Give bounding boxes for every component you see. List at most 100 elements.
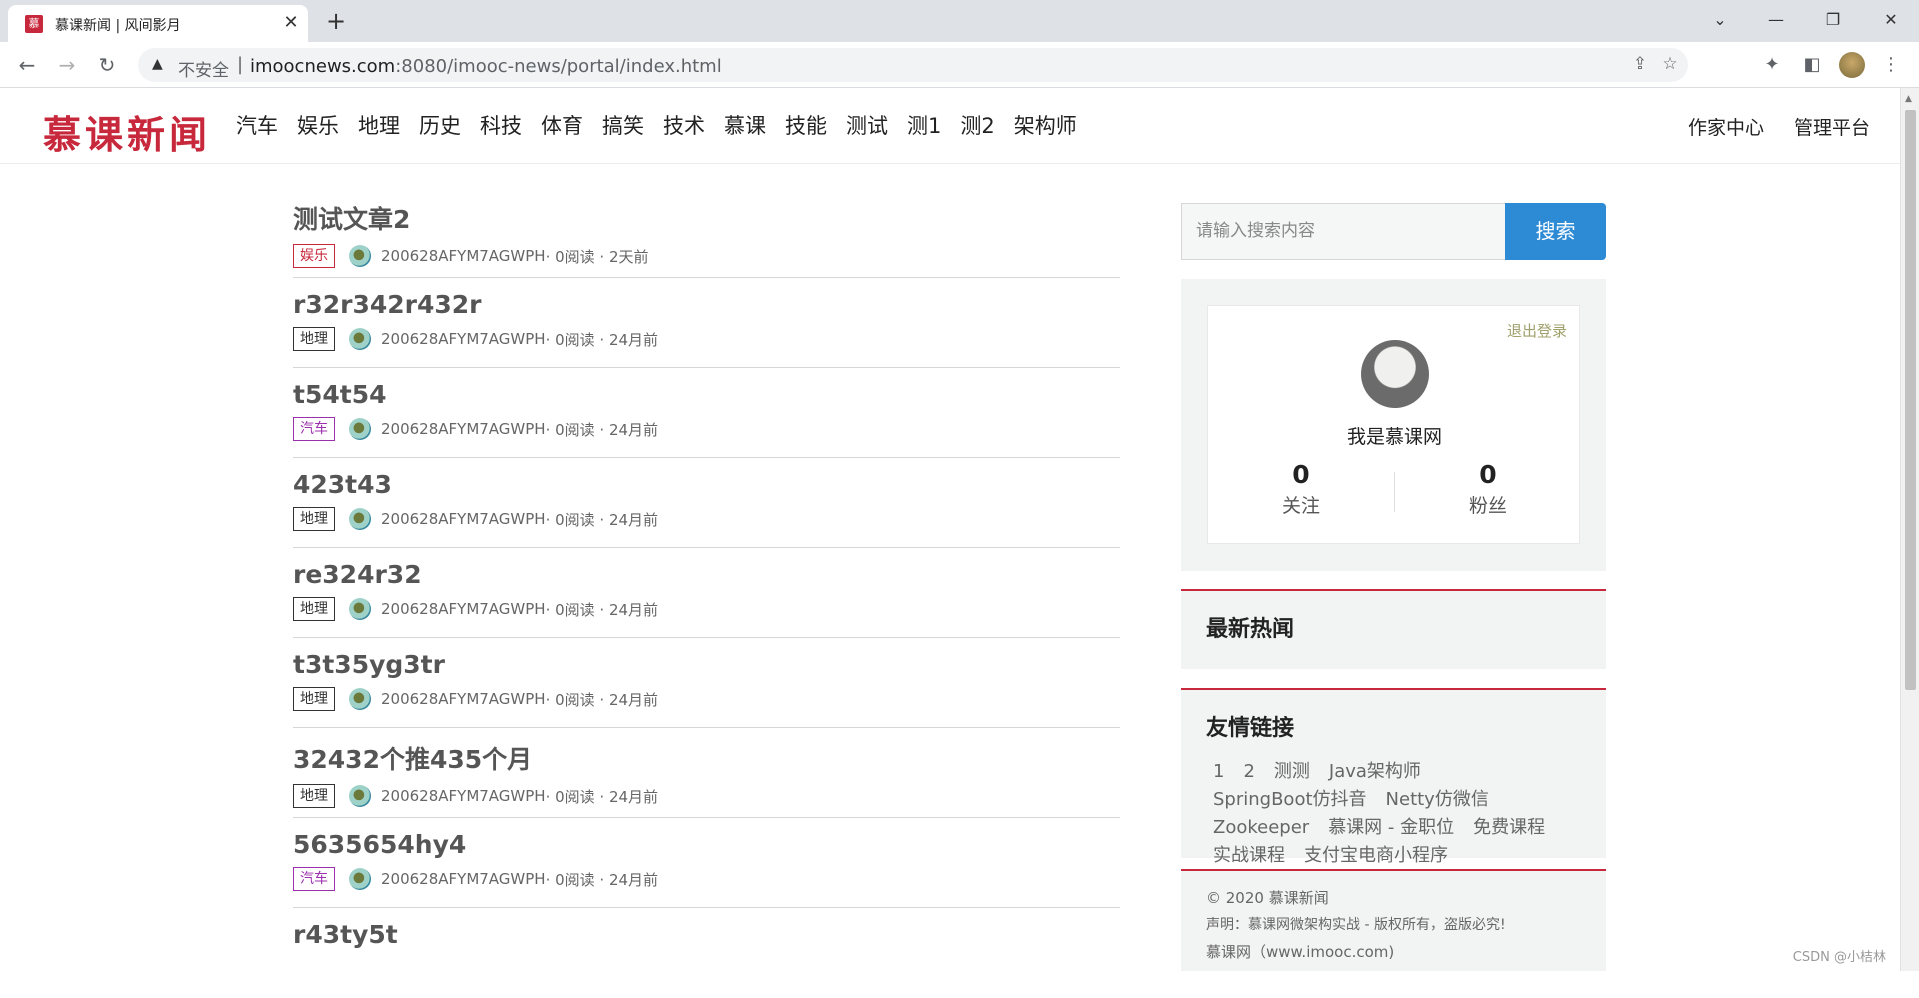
author-name[interactable]: 200628AFYM7AGWPH [381, 690, 546, 708]
article-title[interactable]: r32r342r432r [293, 290, 1120, 319]
category-tag[interactable]: 汽车 [293, 867, 335, 891]
article-item[interactable]: r43ty5t [293, 908, 1120, 998]
category-tag[interactable]: 地理 [293, 687, 335, 711]
back-arrow-icon[interactable]: ← [12, 51, 42, 79]
article-title[interactable]: 5635654hy4 [293, 830, 1120, 859]
friend-link[interactable]: 实战课程 [1213, 842, 1285, 870]
page-scrollbar[interactable]: ▲ [1900, 88, 1919, 971]
window-close-icon[interactable]: ✕ [1871, 6, 1911, 34]
nav-item[interactable]: 慕课 [724, 110, 766, 140]
article-title[interactable]: t54t54 [293, 380, 1120, 409]
friend-link[interactable]: Netty仿微信 [1386, 786, 1489, 814]
author-center-link[interactable]: 作家中心 [1688, 113, 1764, 140]
article-item[interactable]: 32432个推435个月 地理 200628AFYM7AGWPH · 0阅读 · 2… [293, 728, 1120, 818]
author-avatar[interactable] [349, 598, 371, 620]
nav-item[interactable]: 测2 [960, 110, 994, 140]
author-name[interactable]: 200628AFYM7AGWPH [381, 330, 546, 348]
tab-search-chevron-icon[interactable]: ⌄ [1700, 6, 1740, 34]
menu-kebab-icon[interactable]: ⋮ [1877, 51, 1905, 79]
friend-link[interactable]: 支付宝电商小程序 [1304, 842, 1448, 870]
author-avatar[interactable] [349, 785, 371, 807]
nav-item[interactable]: 技术 [663, 110, 705, 140]
category-tag[interactable]: 娱乐 [293, 244, 335, 268]
author-name[interactable]: 200628AFYM7AGWPH [381, 247, 546, 265]
restore-icon[interactable]: ❐ [1813, 6, 1853, 34]
article-item[interactable]: t3t35yg3tr 地理 200628AFYM7AGWPH · 0阅读 · 24月… [293, 638, 1120, 728]
article-title[interactable]: re324r32 [293, 560, 1120, 589]
friend-link[interactable]: 慕课网 - 金职位 [1328, 814, 1454, 842]
author-avatar[interactable] [349, 508, 371, 530]
extensions-puzzle-icon[interactable]: ✦ [1758, 51, 1786, 79]
reload-icon[interactable]: ↻ [92, 51, 122, 79]
follow-stat[interactable]: 0 关注 [1208, 460, 1394, 518]
article-item[interactable]: re324r32 地理 200628AFYM7AGWPH · 0阅读 · 24月前 [293, 548, 1120, 638]
nav-item[interactable]: 科技 [480, 110, 522, 140]
search-button[interactable]: 搜索 [1505, 203, 1606, 260]
admin-platform-link[interactable]: 管理平台 [1794, 113, 1870, 140]
nav-item[interactable]: 搞笑 [602, 110, 644, 140]
scrollbar-thumb[interactable] [1905, 110, 1916, 690]
article-item[interactable]: t54t54 汽车 200628AFYM7AGWPH · 0阅读 · 24月前 [293, 368, 1120, 458]
tab-close-icon[interactable]: ✕ [280, 12, 302, 34]
scroll-up-arrow-icon[interactable]: ▲ [1905, 94, 1912, 104]
friend-link[interactable]: 1 [1213, 758, 1224, 786]
url-text[interactable]: imoocnews.com:8080/imooc-news/portal/ind… [250, 56, 722, 77]
article-item[interactable]: 测试文章2 娱乐 200628AFYM7AGWPH · 0阅读 · 2天前 [293, 188, 1120, 278]
article-title[interactable]: 32432个推435个月 [293, 740, 1120, 776]
author-avatar[interactable] [349, 688, 371, 710]
author-name[interactable]: 200628AFYM7AGWPH [381, 420, 546, 438]
author-avatar[interactable] [349, 328, 371, 350]
article-title[interactable]: r43ty5t [293, 920, 1120, 949]
category-tag[interactable]: 地理 [293, 507, 335, 531]
profile-avatar[interactable] [1839, 52, 1865, 78]
forward-arrow-icon[interactable]: → [52, 51, 82, 79]
nav-item[interactable]: 测试 [846, 110, 888, 140]
browser-tab[interactable]: 慕 慕课新闻 | 风间影月 ✕ [8, 5, 308, 42]
friend-link[interactable]: SpringBoot仿抖音 [1213, 786, 1367, 814]
nav-item[interactable]: 架构师 [1014, 110, 1077, 140]
fans-stat[interactable]: 0 粉丝 [1395, 460, 1581, 518]
category-tag[interactable]: 地理 [293, 597, 335, 621]
nav-item[interactable]: 历史 [419, 110, 461, 140]
article-title[interactable]: t3t35yg3tr [293, 650, 1120, 679]
site-header: 慕课新闻 汽车 娱乐 地理 历史 科技 体育 搞笑 技术 慕课 技能 测试 测1 测2 架构师 作家中心 … [0, 88, 1900, 164]
minimize-icon[interactable]: — [1756, 6, 1796, 34]
not-secure-label[interactable]: 不安全 [178, 56, 229, 81]
article-item[interactable]: 5635654hy4 汽车 200628AFYM7AGWPH · 0阅读 · 24月… [293, 818, 1120, 908]
new-tab-icon[interactable]: + [322, 8, 350, 36]
nav-item[interactable]: 技能 [785, 110, 827, 140]
friend-link[interactable]: 2 [1243, 758, 1254, 786]
friend-link[interactable]: Zookeeper [1213, 814, 1309, 842]
logout-link[interactable]: 退出登录 [1507, 320, 1567, 341]
category-tag[interactable]: 汽车 [293, 417, 335, 441]
user-avatar[interactable] [1361, 340, 1429, 408]
friend-link[interactable]: 免费课程 [1473, 814, 1545, 842]
site-logo[interactable]: 慕课新闻 [43, 104, 211, 159]
nav-item[interactable]: 体育 [541, 110, 583, 140]
article-title[interactable]: 423t43 [293, 470, 1120, 499]
author-name[interactable]: 200628AFYM7AGWPH [381, 600, 546, 618]
nav-item[interactable]: 汽车 [236, 110, 278, 140]
article-item[interactable]: 423t43 地理 200628AFYM7AGWPH · 0阅读 · 24月前 [293, 458, 1120, 548]
share-icon[interactable]: ⇪ [1628, 54, 1652, 76]
nav-item[interactable]: 娱乐 [297, 110, 339, 140]
article-title[interactable]: 测试文章2 [293, 200, 1120, 236]
author-name[interactable]: 200628AFYM7AGWPH [381, 870, 546, 888]
author-name[interactable]: 200628AFYM7AGWPH [381, 787, 546, 805]
warning-triangle-icon[interactable]: ▲ [152, 56, 163, 72]
author-avatar[interactable] [349, 418, 371, 440]
friend-link[interactable]: 测测 [1274, 758, 1310, 786]
article-item[interactable]: r32r342r432r 地理 200628AFYM7AGWPH · 0阅读 · 2… [293, 278, 1120, 368]
author-name[interactable]: 200628AFYM7AGWPH [381, 510, 546, 528]
address-bar[interactable]: ▲ 不安全 | imoocnews.com:8080/imooc-news/po… [138, 48, 1688, 82]
nav-item[interactable]: 测1 [907, 110, 941, 140]
bookmark-star-icon[interactable]: ☆ [1658, 54, 1682, 76]
category-tag[interactable]: 地理 [293, 784, 335, 808]
author-avatar[interactable] [349, 245, 371, 267]
nav-item[interactable]: 地理 [358, 110, 400, 140]
category-tag[interactable]: 地理 [293, 327, 335, 351]
search-input[interactable]: 请输入搜索内容 [1181, 203, 1506, 260]
side-panel-icon[interactable]: ◧ [1798, 51, 1826, 79]
friend-link[interactable]: Java架构师 [1329, 758, 1421, 786]
author-avatar[interactable] [349, 868, 371, 890]
